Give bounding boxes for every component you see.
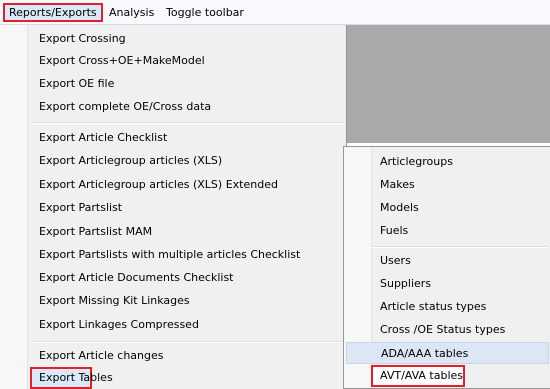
export-tables-submenu: Articlegroups Makes Models Fuels Users S… (343, 146, 550, 389)
menu-item-export-article-documents[interactable]: Export Article Documents Checklist (36, 267, 237, 289)
submenu-item-articlegroups[interactable]: Articlegroups (377, 151, 456, 173)
menu-item-export-partslist-mam[interactable]: Export Partslist MAM (36, 221, 155, 243)
menu-item-export-missing-kit-linkages[interactable]: Export Missing Kit Linkages (36, 290, 193, 312)
menu-item-export-tables[interactable]: Export Tables (30, 367, 113, 389)
menu-item-export-partslist[interactable]: Export Partslist (36, 197, 125, 219)
workspace-background (347, 25, 550, 143)
menu-separator (30, 341, 344, 343)
submenu-item-fuels[interactable]: Fuels (377, 220, 411, 242)
menu-item-export-oe-file[interactable]: Export OE file (36, 73, 117, 95)
submenu-item-suppliers[interactable]: Suppliers (377, 273, 434, 295)
menu-bar: Reports/Exports Analysis Toggle toolbar (0, 0, 550, 25)
menu-item-export-articlegroup-xls[interactable]: Export Articlegroup articles (XLS) (36, 150, 225, 172)
menu-analysis[interactable]: Analysis (105, 3, 158, 22)
submenu-item-cross-oe-status-types[interactable]: Cross /OE Status types (377, 319, 508, 341)
menu-item-export-complete-oe-cross[interactable]: Export complete OE/Cross data (36, 96, 214, 118)
reports-exports-dropdown: Export Crossing Export Cross+OE+MakeMode… (0, 25, 347, 389)
submenu-item-models[interactable]: Models (377, 197, 422, 219)
menu-toggle-toolbar[interactable]: Toggle toolbar (162, 3, 248, 22)
menu-item-export-linkages-compressed[interactable]: Export Linkages Compressed (36, 314, 202, 336)
menu-item-export-article-changes[interactable]: Export Article changes (36, 345, 167, 367)
menu-reports-exports[interactable]: Reports/Exports (3, 3, 103, 22)
submenu-item-users[interactable]: Users (377, 250, 414, 272)
submenu-item-article-status-types[interactable]: Article status types (377, 296, 489, 318)
menu-item-export-partslists-multiple[interactable]: Export Partslists with multiple articles… (36, 244, 303, 266)
menu-item-export-cross-oe-makemodel[interactable]: Export Cross+OE+MakeModel (36, 50, 208, 72)
menu-item-export-crossing[interactable]: Export Crossing (36, 28, 129, 50)
menu-item-export-articlegroup-xls-extended[interactable]: Export Articlegroup articles (XLS) Exten… (36, 174, 281, 196)
submenu-item-makes[interactable]: Makes (377, 174, 418, 196)
submenu-item-ada-aaa-tables[interactable]: ADA/AAA tables (346, 342, 549, 364)
menu-separator (30, 122, 344, 124)
menu-item-export-article-checklist[interactable]: Export Article Checklist (36, 127, 170, 149)
menu-gutter (0, 25, 28, 389)
submenu-item-avt-ava-tables[interactable]: AVT/AVA tables (371, 365, 465, 387)
submenu-separator (371, 246, 548, 248)
